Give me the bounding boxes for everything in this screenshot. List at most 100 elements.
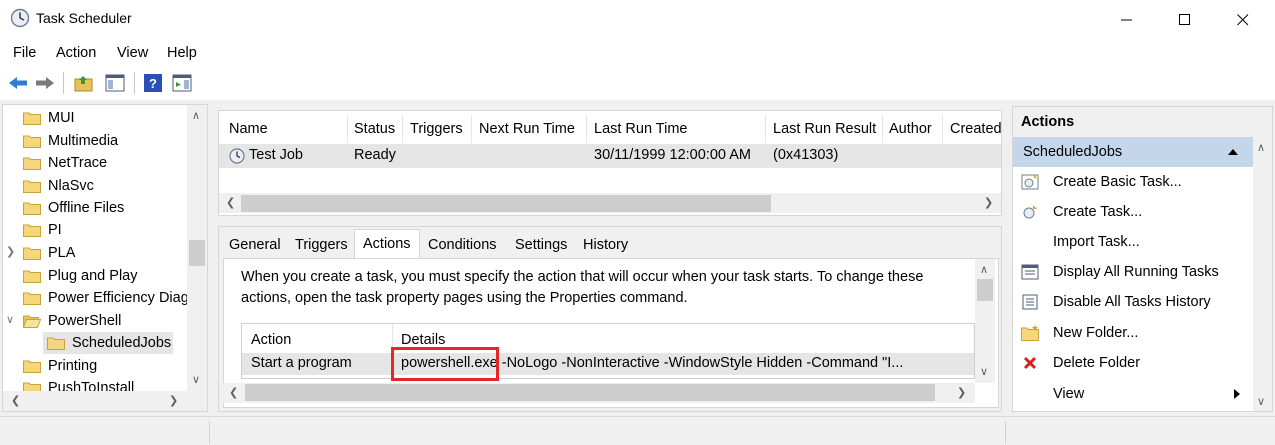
column-divider [942,115,943,143]
tree-item[interactable]: ❯ PLA [3,242,187,264]
history-icon [1021,294,1039,310]
tree-item[interactable]: Plug and Play [3,265,187,287]
scroll-right-icon[interactable]: ❯ [984,196,993,209]
scroll-right-icon[interactable]: ❯ [169,394,178,407]
scroll-up-icon[interactable]: ∧ [192,109,200,122]
menu-view[interactable]: View [117,45,148,61]
chevron-right-icon[interactable]: ❯ [6,245,15,258]
tab-triggers[interactable]: Triggers [295,233,348,259]
scrollbar-thumb[interactable] [245,384,935,401]
folder-icon [23,180,41,193]
scroll-down-icon[interactable]: ∨ [980,365,988,378]
folder-icon [23,360,41,373]
column-divider [471,115,472,143]
tree-item[interactable]: NetTrace [3,152,187,174]
action-import-task[interactable]: Import Task... [1013,227,1253,257]
tree-item-label: Offline Files [48,200,125,216]
collapse-icon[interactable] [1227,148,1239,156]
scrollbar-thumb[interactable] [977,279,993,301]
folder-icon [23,202,41,215]
action-display-running-tasks[interactable]: Display All Running Tasks [1013,257,1253,287]
column-header-next-run-time[interactable]: Next Run Time [479,121,575,137]
tree-item-label: Power Efficiency Diag [48,290,189,306]
tree-item-selected[interactable]: ScheduledJobs [43,332,173,354]
tree-item[interactable]: PI [3,219,187,241]
folder-icon [23,292,41,305]
status-bar [0,416,1275,445]
column-header-status[interactable]: Status [354,121,395,137]
submenu-arrow-icon [1234,389,1240,399]
toolbar-separator [63,72,64,94]
task-last-run-time: 30/11/1999 12:00:00 AM [594,147,751,163]
tree-item[interactable]: Multimedia [3,130,187,152]
tree-item[interactable]: Printing [3,355,187,377]
forward-arrow-icon[interactable] [33,71,57,95]
menu-file[interactable]: File [13,45,36,61]
scroll-down-icon[interactable]: ∨ [192,373,200,386]
scroll-down-icon[interactable]: ∨ [1257,395,1265,408]
action-delete-folder[interactable]: Delete Folder [1013,348,1253,378]
chevron-down-icon[interactable]: ∨ [6,313,14,326]
menu-help[interactable]: Help [167,45,197,61]
close-button[interactable] [1220,0,1266,40]
column-header-author[interactable]: Author [889,121,932,137]
create-task-icon [1021,204,1039,220]
tree-item-label: MUI [48,110,75,126]
action-label: Delete Folder [1053,355,1141,371]
menu-bar: File Action View Help [0,42,1275,66]
vertical-scrollbar[interactable] [1253,137,1272,411]
maximize-button[interactable] [1162,0,1208,40]
column-header-triggers[interactable]: Triggers [410,121,463,137]
tab-conditions[interactable]: Conditions [428,233,497,259]
scrollbar-thumb[interactable] [241,195,771,212]
scrollbar-thumb[interactable] [189,240,205,266]
scroll-left-icon[interactable]: ❮ [11,394,20,407]
show-hide-action-pane-icon[interactable] [170,71,194,95]
tab-actions[interactable]: Actions [354,229,420,259]
action-label: Create Task... [1053,204,1143,220]
action-label: Create Basic Task... [1053,174,1182,190]
running-tasks-icon [1021,264,1039,280]
tree-item-label: PowerShell [48,313,122,329]
tree-item[interactable]: NlaSvc [3,175,187,197]
folder-icon [23,247,41,260]
action-disable-history[interactable]: Disable All Tasks History [1013,287,1253,317]
folder-icon [23,135,41,148]
tree-item[interactable]: Power Efficiency Diag [3,287,189,309]
menu-action[interactable]: Action [56,45,96,61]
scroll-up-icon[interactable]: ∧ [980,263,988,276]
tree-item[interactable]: ∨ PowerShell [3,310,187,332]
scroll-up-icon[interactable]: ∧ [1257,141,1265,154]
tab-settings[interactable]: Settings [515,233,567,259]
column-header-created[interactable]: Created [950,121,1001,137]
column-header-details[interactable]: Details [401,332,445,348]
action-create-basic-task[interactable]: Create Basic Task... [1013,167,1253,197]
back-arrow-icon[interactable] [6,71,30,95]
tab-history[interactable]: History [583,233,628,259]
actions-group-header[interactable]: ScheduledJobs [1013,137,1253,167]
tree-item[interactable]: Offline Files [3,197,187,219]
column-header-name[interactable]: Name [229,121,268,137]
actions-description: When you create a task, you must specify… [241,269,924,306]
column-header-action[interactable]: Action [251,332,291,348]
scroll-right-icon[interactable]: ❯ [957,386,966,399]
action-type: Start a program [251,355,352,371]
up-folder-icon[interactable] [72,71,96,95]
tree-item-label: NetTrace [48,155,108,171]
action-create-task[interactable]: Create Task... [1013,197,1253,227]
tree-item[interactable]: MUI [3,107,187,129]
action-view[interactable]: View [1013,379,1253,409]
minimize-button[interactable] [1104,0,1150,40]
column-header-last-run-result[interactable]: Last Run Result [773,121,876,137]
scroll-left-icon[interactable]: ❮ [229,386,238,399]
action-label: Import Task... [1053,234,1140,250]
tab-general[interactable]: General [229,233,281,259]
help-icon[interactable]: ? [141,71,165,95]
scroll-left-icon[interactable]: ❮ [226,196,235,209]
column-header-last-run-time[interactable]: Last Run Time [594,121,688,137]
new-folder-icon [1021,325,1039,341]
show-hide-console-tree-icon[interactable] [103,71,127,95]
task-list: Name Status Triggers Next Run Time Last … [218,110,1002,216]
open-folder-icon [23,315,41,328]
action-new-folder[interactable]: New Folder... [1013,318,1253,348]
